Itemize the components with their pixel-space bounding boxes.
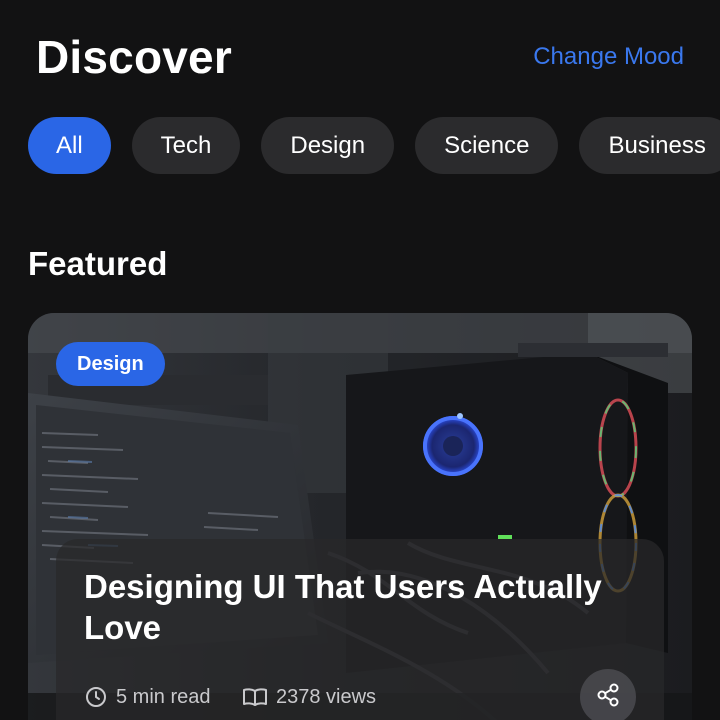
- chip-all[interactable]: All: [28, 117, 111, 174]
- page-title: Discover: [36, 31, 232, 83]
- read-time: 5 min read: [84, 683, 211, 711]
- category-badge: Design: [56, 342, 165, 386]
- featured-article-card[interactable]: Design Designing UI That Users Actually …: [28, 313, 692, 720]
- clock-icon: [84, 685, 108, 709]
- category-chips: All Tech Design Science Business: [28, 117, 720, 174]
- book-icon: [242, 685, 268, 709]
- share-icon: [595, 682, 621, 713]
- article-title: Designing UI That Users Actually Love: [84, 568, 602, 646]
- featured-heading: Featured: [28, 245, 168, 282]
- chip-business[interactable]: Business: [579, 117, 720, 174]
- discover-screen: Discover Change Mood All Tech Design Sci…: [0, 0, 720, 720]
- chip-tech[interactable]: Tech: [131, 117, 241, 174]
- chip-design[interactable]: Design: [261, 117, 395, 174]
- chip-science[interactable]: Science: [415, 117, 559, 174]
- view-count: 2378 views: [242, 683, 376, 711]
- read-time-label: 5 min read: [116, 686, 211, 708]
- share-button[interactable]: [580, 669, 636, 720]
- change-mood-link[interactable]: Change Mood: [533, 42, 684, 72]
- view-count-label: 2378 views: [276, 686, 377, 708]
